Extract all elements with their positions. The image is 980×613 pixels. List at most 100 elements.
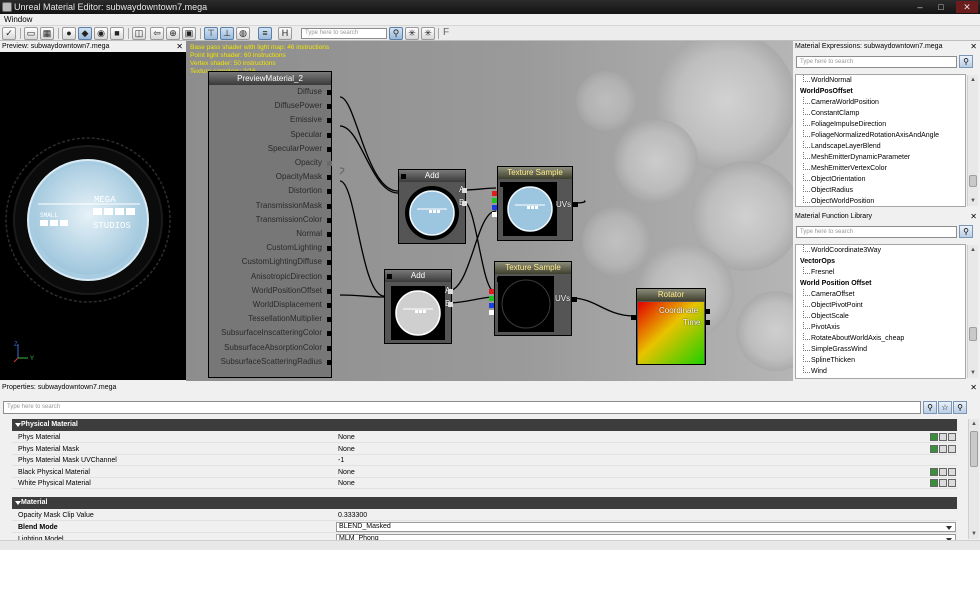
material-input-pin[interactable] bbox=[327, 246, 332, 252]
expression-icon[interactable]: ✳ bbox=[405, 27, 419, 40]
clear-icon[interactable] bbox=[948, 479, 956, 488]
tree-group[interactable]: VectorOps bbox=[796, 256, 965, 267]
output-pin[interactable] bbox=[401, 174, 406, 179]
material-input-pin[interactable] bbox=[327, 118, 332, 124]
tree-item[interactable]: ConstantClamp bbox=[796, 108, 965, 119]
stats-icon[interactable]: ▣ bbox=[182, 27, 196, 40]
tree-item[interactable]: FoliageImpulseDirection bbox=[796, 119, 965, 130]
close-icon[interactable]: ✕ bbox=[970, 41, 977, 52]
navigate-back-icon[interactable]: ⇦ bbox=[150, 27, 164, 40]
material-input-pin[interactable] bbox=[327, 260, 332, 266]
properties-horizontal-scrollbar[interactable] bbox=[0, 540, 980, 550]
uvs-input-pin[interactable] bbox=[573, 202, 578, 207]
search-icon[interactable]: ⚲ bbox=[959, 225, 973, 238]
row-action-icons[interactable] bbox=[929, 433, 956, 442]
property-row[interactable]: Black Physical Material None bbox=[12, 467, 957, 478]
property-row[interactable]: Phys Material Mask None bbox=[12, 444, 957, 455]
property-row[interactable]: Phys Material None bbox=[12, 432, 957, 443]
tree-item[interactable]: ObjectRadius bbox=[796, 185, 965, 196]
menu-window[interactable]: Window bbox=[4, 15, 32, 24]
tree-item[interactable]: LandscapeLayerBlend bbox=[796, 141, 965, 152]
category-physical-material[interactable]: Physical Material bbox=[12, 419, 957, 431]
material-input-pin[interactable] bbox=[327, 203, 332, 209]
material-input-pin[interactable] bbox=[327, 331, 332, 337]
material-input-pin[interactable] bbox=[327, 317, 332, 323]
tree-item[interactable]: MeshEmitterDynamicParameter bbox=[796, 152, 965, 163]
material-input-pin[interactable] bbox=[327, 217, 332, 223]
close-icon[interactable]: ✕ bbox=[176, 41, 183, 52]
property-value[interactable]: None bbox=[338, 444, 355, 455]
sphere-icon[interactable]: ● bbox=[62, 27, 76, 40]
add-node-2[interactable]: Add A B bbox=[384, 269, 453, 344]
expressions-scrollbar[interactable]: ▲ ▼ bbox=[967, 75, 978, 206]
use-selected-icon[interactable] bbox=[930, 433, 938, 441]
texture-sample-node-2[interactable]: Texture Sample UVs bbox=[489, 261, 577, 336]
tree-item[interactable]: ObjectPivotPoint bbox=[796, 300, 965, 311]
output-pin[interactable] bbox=[387, 274, 392, 279]
row-action-icons[interactable] bbox=[929, 479, 956, 488]
material-input-pin[interactable] bbox=[327, 288, 332, 294]
maximize-button[interactable]: □ bbox=[932, 1, 950, 13]
material-graph-canvas[interactable]: Base pass shader with light map: 46 inst… bbox=[186, 41, 793, 381]
font-icon[interactable]: F bbox=[443, 27, 449, 38]
expressions-search-input[interactable]: Type here to search bbox=[796, 56, 957, 68]
functions-search-input[interactable]: Type here to search bbox=[796, 226, 957, 238]
use-selected-icon[interactable] bbox=[930, 467, 938, 476]
browse-icon[interactable] bbox=[939, 467, 947, 476]
material-input-pin[interactable] bbox=[327, 104, 332, 110]
tree-item[interactable]: Wind bbox=[796, 366, 965, 377]
property-value[interactable]: -1 bbox=[338, 455, 344, 466]
toolbar-search-input[interactable]: Type here to search bbox=[301, 28, 387, 39]
tree-item[interactable]: CameraWorldPosition bbox=[796, 97, 965, 108]
home-icon[interactable]: ▭ bbox=[24, 27, 38, 40]
hlsl-icon[interactable]: H bbox=[278, 27, 292, 40]
category-material[interactable]: Material bbox=[12, 497, 957, 509]
tree-item[interactable]: Fresnel bbox=[796, 267, 965, 278]
property-row[interactable]: Opacity Mask Clip Value 0.333300 bbox=[12, 510, 957, 521]
navigate-forward-icon[interactable]: ⊕ bbox=[166, 27, 180, 40]
functions-scrollbar[interactable]: ▲ ▼ bbox=[967, 245, 978, 378]
select-icon[interactable]: ◫ bbox=[132, 27, 146, 40]
close-icon[interactable]: ✕ bbox=[970, 382, 977, 393]
material-input-pin[interactable] bbox=[327, 132, 332, 138]
tree-item[interactable]: WorldNormal bbox=[796, 75, 965, 86]
property-value[interactable]: None bbox=[338, 478, 355, 489]
box-icon[interactable]: ◆ bbox=[78, 27, 92, 40]
tree-item[interactable]: SplineThicken bbox=[796, 355, 965, 366]
use-selected-icon[interactable] bbox=[930, 479, 938, 488]
rotator-node[interactable]: Rotator Coordinate Time bbox=[631, 288, 710, 365]
clear-icon[interactable] bbox=[948, 444, 956, 453]
tree-item[interactable]: MeshEmitterVertexColor bbox=[796, 163, 965, 174]
preview-icon[interactable]: ◍ bbox=[236, 27, 250, 40]
grid-icon[interactable]: ▦ bbox=[40, 27, 54, 40]
plane-icon[interactable]: ■ bbox=[110, 27, 124, 40]
browse-icon[interactable] bbox=[939, 479, 947, 488]
tree-item[interactable]: ObjectScale bbox=[796, 311, 965, 322]
property-row[interactable]: Blend Mode BLEND_Masked bbox=[12, 522, 957, 533]
find-in-properties-icon[interactable]: ⚲ bbox=[953, 401, 967, 414]
texture-sample-node-1[interactable]: Texture Sample UVs bbox=[492, 166, 578, 241]
main-material-node[interactable]: PreviewMaterial_2 Diffuse DiffusePower Emi… bbox=[208, 71, 332, 378]
add-node-1[interactable]: Add A B bbox=[398, 169, 467, 244]
clear-icon[interactable] bbox=[948, 433, 956, 441]
hide-connectors-icon[interactable]: ⊥ bbox=[220, 27, 234, 40]
close-button[interactable]: ✕ bbox=[956, 1, 978, 13]
material-input-pin[interactable] bbox=[327, 90, 332, 95]
browse-icon[interactable] bbox=[939, 433, 947, 441]
toggle-comments-icon[interactable]: ≡ bbox=[258, 27, 272, 40]
material-input-pin[interactable] bbox=[327, 303, 332, 308]
material-input-pin[interactable] bbox=[327, 161, 332, 166]
minimize-button[interactable]: – bbox=[911, 1, 929, 13]
material-input-pin[interactable] bbox=[327, 232, 332, 237]
close-icon[interactable]: ✕ bbox=[970, 211, 977, 222]
properties-search-input[interactable]: Type here to search bbox=[3, 401, 921, 414]
property-row[interactable]: White Physical Material None bbox=[12, 478, 957, 490]
tree-item[interactable]: SimpleGrassWind bbox=[796, 344, 965, 355]
clear-icon[interactable] bbox=[948, 467, 956, 476]
search-icon[interactable]: ⚲ bbox=[923, 401, 937, 414]
tree-group[interactable]: WorldPosOffset bbox=[796, 86, 965, 97]
input-a-pin[interactable] bbox=[448, 289, 453, 294]
tree-group[interactable]: World Position Offset bbox=[796, 278, 965, 289]
material-input-pin[interactable] bbox=[327, 345, 332, 351]
material-input-pin[interactable] bbox=[327, 359, 332, 365]
